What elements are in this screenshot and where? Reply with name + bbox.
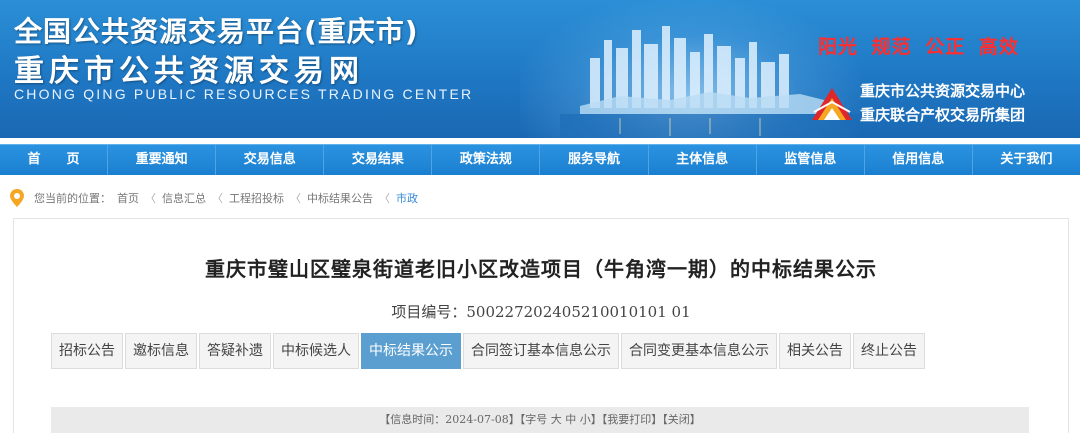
tab-termination[interactable]: 终止公告	[853, 333, 925, 369]
nav-notices[interactable]: 重要通知	[108, 145, 217, 175]
page-title: 重庆市璧山区璧泉街道老旧小区改造项目（牛角湾一期）的中标结果公示	[205, 257, 877, 281]
breadcrumb-engineering[interactable]: 工程招投标	[229, 190, 284, 206]
tab-bid-notice[interactable]: 招标公告	[51, 333, 123, 369]
tab-invitation[interactable]: 邀标信息	[125, 333, 197, 369]
project-number: 项目编号：500227202405210010101 01	[391, 303, 691, 321]
breadcrumb: 您当前的位置： 首页 〈 信息汇总 〈 工程招投标 〈 中标结果公告 〈 市政	[10, 188, 424, 208]
tab-related-notices[interactable]: 相关公告	[779, 333, 851, 369]
org-name-2: 重庆联合产权交易所集团	[860, 106, 1026, 124]
tab-qa-supplement[interactable]: 答疑补遗	[199, 333, 271, 369]
print-link[interactable]: 【我要打印】	[602, 413, 663, 426]
tab-contract-change[interactable]: 合同变更基本信息公示	[621, 333, 777, 369]
nav-entity-info[interactable]: 主体信息	[649, 145, 757, 175]
breadcrumb-home[interactable]: 首页	[117, 190, 139, 206]
close-link[interactable]: 【关闭】	[662, 413, 701, 426]
tab-candidates[interactable]: 中标候选人	[273, 333, 359, 369]
nav-services[interactable]: 服务导航	[540, 145, 649, 175]
slogan: 阳光 规范 公正 高效	[818, 36, 1019, 58]
nav-supervision[interactable]: 监管信息	[757, 145, 865, 175]
main-nav: 首 页 重要通知 交易信息 交易结果 政策法规 服务导航 主体信息 监管信息 信…	[0, 144, 1080, 175]
site-title-english: CHONG QING PUBLIC RESOURCES TRADING CENT…	[14, 86, 474, 102]
breadcrumb-prefix: 您当前的位置：	[34, 192, 111, 205]
breadcrumb-result-notice[interactable]: 中标结果公告	[307, 190, 373, 206]
info-bar: 【信息时间：2024-07-08】【字号 大 中 小】【我要打印】【关闭】	[51, 407, 1029, 433]
site-title-sub: 重庆市公共资源交易网	[14, 54, 364, 89]
nav-trade-info[interactable]: 交易信息	[216, 145, 325, 175]
notice-tabs: 招标公告 邀标信息 答疑补遗 中标候选人 中标结果公示 合同签订基本信息公示 合…	[51, 333, 927, 369]
breadcrumb-current[interactable]: 市政	[396, 190, 418, 206]
header-banner: 全国公共资源交易平台(重庆市) 重庆市公共资源交易网 CHONG QING PU…	[0, 0, 1080, 138]
info-time: 【信息时间：2024-07-08】	[379, 413, 520, 426]
org-name-1: 重庆市公共资源交易中心	[860, 82, 1026, 100]
tab-award-result[interactable]: 中标结果公示	[361, 333, 461, 369]
nav-policies[interactable]: 政策法规	[432, 145, 541, 175]
trading-center-logo-icon	[812, 88, 852, 120]
breadcrumb-info-summary[interactable]: 信息汇总	[162, 190, 206, 206]
breadcrumb-separator: 〈	[379, 192, 390, 205]
content-panel: 重庆市璧山区璧泉街道老旧小区改造项目（牛角湾一期）的中标结果公示 项目编号：50…	[13, 218, 1069, 433]
breadcrumb-separator: 〈	[290, 192, 301, 205]
nav-about[interactable]: 关于我们	[973, 145, 1080, 175]
nav-credit[interactable]: 信用信息	[865, 145, 973, 175]
font-size-controls[interactable]: 【字号 大 中 小】	[520, 413, 602, 426]
nav-trade-results[interactable]: 交易结果	[324, 145, 433, 175]
nav-home[interactable]: 首 页	[0, 145, 109, 175]
breadcrumb-separator: 〈	[145, 192, 156, 205]
breadcrumb-separator: 〈	[212, 192, 223, 205]
site-title-main: 全国公共资源交易平台(重庆市)	[14, 15, 419, 48]
location-pin-icon	[10, 189, 24, 207]
tab-contract-signing[interactable]: 合同签订基本信息公示	[463, 333, 619, 369]
